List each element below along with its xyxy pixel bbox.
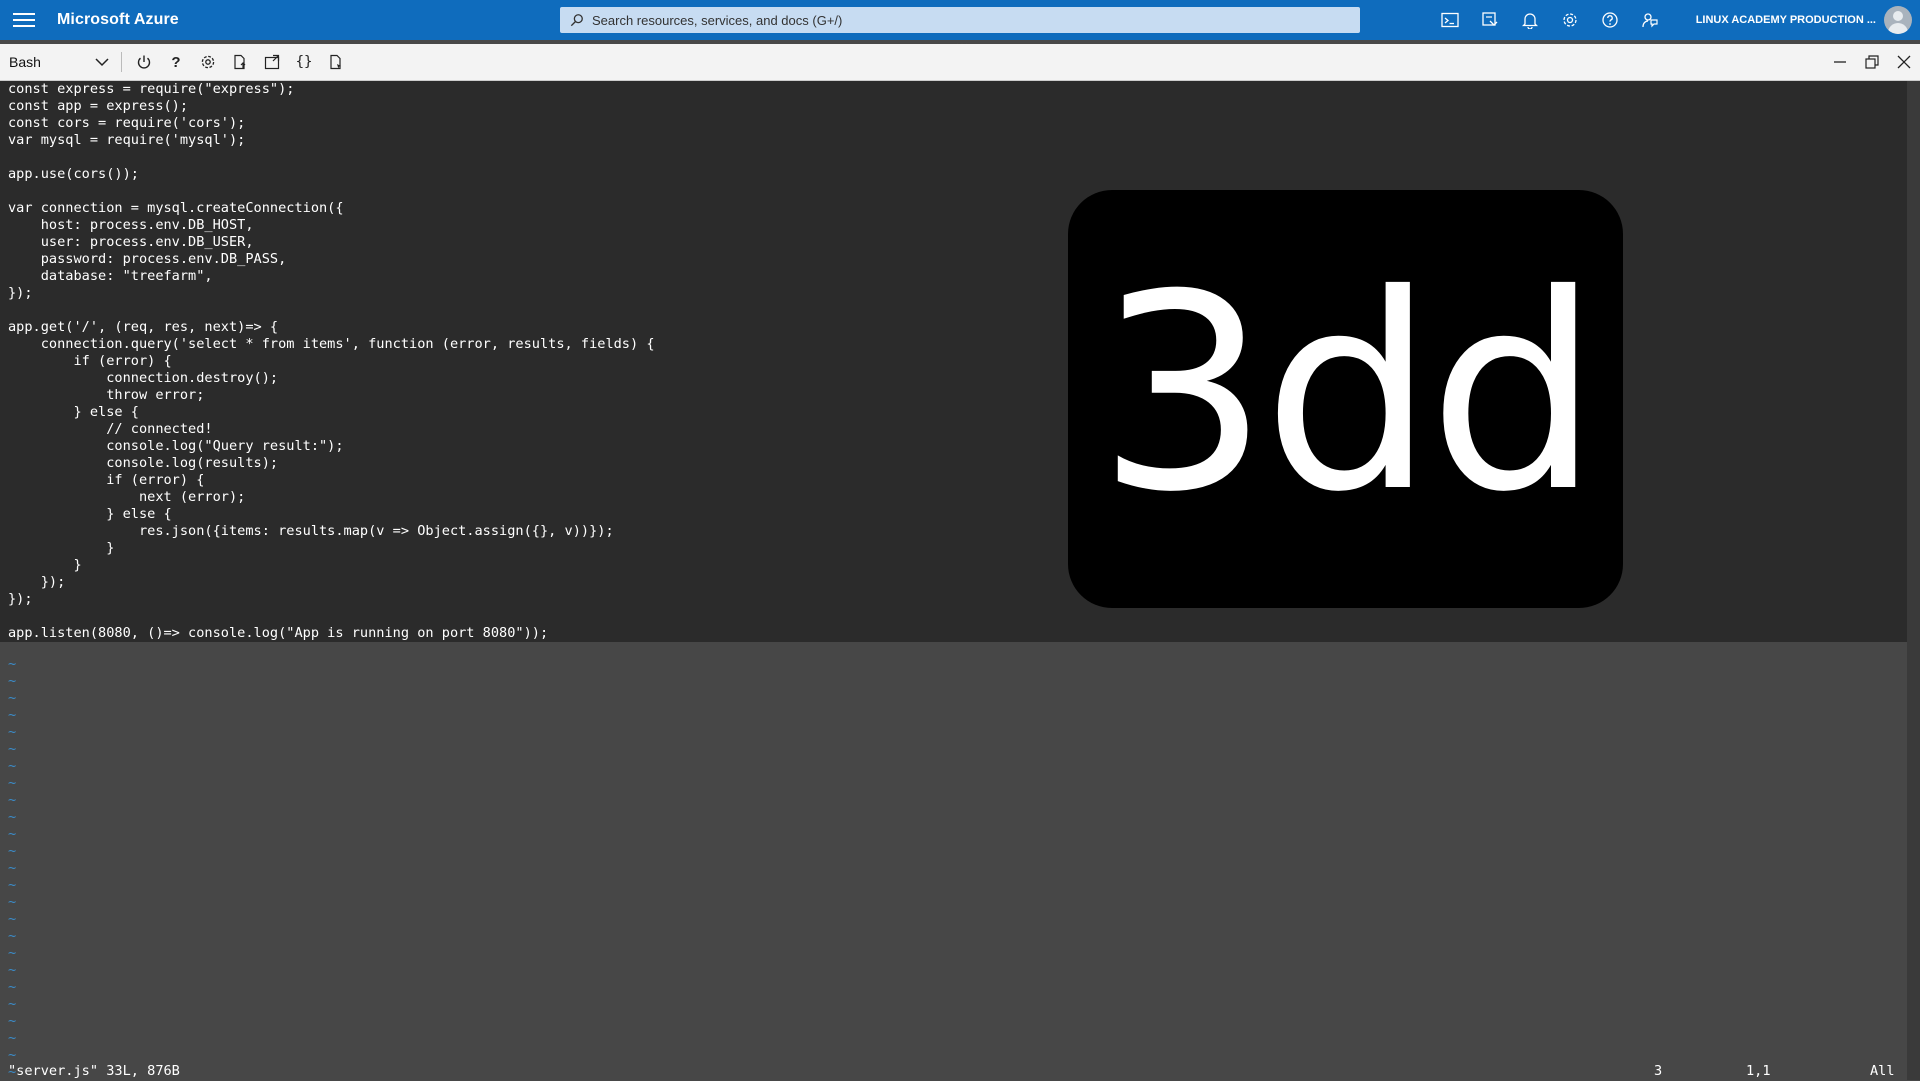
account-name[interactable]: LINUX ACADEMY PRODUCTION ...	[1696, 0, 1876, 40]
portal-icon-group	[1438, 0, 1662, 40]
search-icon	[570, 14, 583, 27]
vim-status-line: "server.js" 33L, 876B 3 1,1 All	[0, 1063, 1907, 1080]
global-search-input[interactable]: Search resources, services, and docs (G+…	[560, 7, 1360, 33]
shell-type-select[interactable]: Bash	[9, 50, 109, 74]
window-controls	[1824, 44, 1920, 80]
status-scroll: All	[1870, 1063, 1895, 1079]
status-count: 3	[1654, 1063, 1663, 1079]
avatar[interactable]	[1884, 6, 1912, 34]
shell-type-value: Bash	[9, 54, 41, 70]
bell-icon[interactable]	[1518, 8, 1542, 32]
portal-brand[interactable]: Microsoft Azure	[57, 11, 179, 29]
hamburger-menu-icon[interactable]	[13, 13, 35, 27]
status-cursor-position: 1,1	[1746, 1063, 1771, 1079]
settings-icon[interactable]	[196, 50, 220, 74]
cloud-shell-icon[interactable]	[1438, 8, 1462, 32]
directory-filter-icon[interactable]	[1478, 8, 1502, 32]
braces-icon[interactable]: {}	[292, 50, 316, 74]
feedback-icon[interactable]	[1638, 8, 1662, 32]
restore-icon[interactable]	[1856, 44, 1888, 80]
overlay-text: 3dd	[1097, 236, 1600, 551]
power-icon[interactable]	[132, 50, 156, 74]
azure-top-bar: Microsoft Azure Search resources, servic…	[0, 0, 1920, 40]
overlay-badge: 3dd	[1068, 190, 1623, 608]
minimize-icon[interactable]	[1824, 44, 1856, 80]
web-preview-icon[interactable]	[324, 50, 348, 74]
status-file-info: "server.js" 33L, 876B	[8, 1063, 180, 1079]
close-icon[interactable]	[1888, 44, 1920, 80]
toolbar-divider	[121, 52, 122, 72]
cloud-shell-toolbar: Bash ? {}	[0, 44, 1920, 81]
terminal-scrollbar[interactable]	[1907, 81, 1920, 1080]
search-placeholder: Search resources, services, and docs (G+…	[592, 12, 843, 28]
help-icon[interactable]	[1598, 8, 1622, 32]
open-session-icon[interactable]	[260, 50, 284, 74]
code-content: const express = require("express"); cons…	[8, 81, 655, 641]
chevron-down-icon	[95, 58, 109, 67]
help-icon[interactable]: ?	[164, 50, 188, 74]
upload-icon[interactable]	[228, 50, 252, 74]
gear-icon[interactable]	[1558, 8, 1582, 32]
empty-line-markers: ~ ~ ~ ~ ~ ~ ~ ~ ~ ~ ~ ~ ~ ~ ~ ~ ~ ~ ~ ~ …	[8, 655, 17, 1080]
